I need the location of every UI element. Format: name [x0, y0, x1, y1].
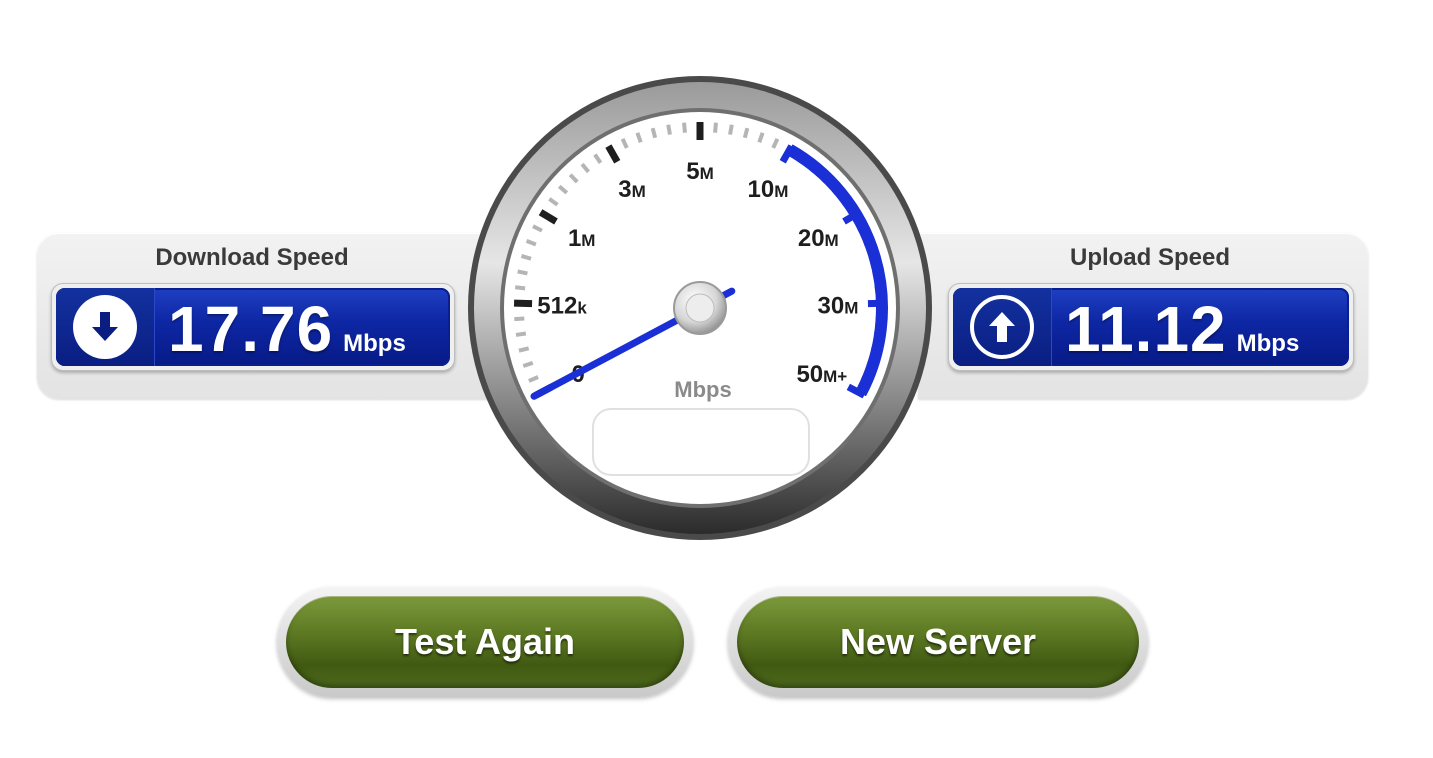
gauge-minor-tick	[520, 254, 532, 261]
test-again-label: Test Again	[394, 621, 576, 662]
test-again-button[interactable]: Test Again	[277, 587, 693, 697]
new-server-button[interactable]: New Server	[728, 587, 1148, 697]
gauge-minor-tick	[682, 122, 687, 133]
gauge-minor-tick	[713, 122, 718, 133]
gauge-minor-tick	[728, 124, 734, 135]
download-speed-value: 17.76	[168, 293, 334, 365]
download-panel: Download Speed 17.76 Mbps	[37, 233, 517, 399]
gauge-minor-tick	[742, 127, 750, 139]
upload-readout: 11.12 Mbps	[948, 283, 1354, 371]
gauge-unit-label: Mbps	[674, 377, 731, 402]
speedometer-gauge: 0512k1M3M5M10M20M30M50M+ Mbps	[468, 76, 932, 540]
upload-speed-title: Upload Speed	[1069, 244, 1231, 271]
gauge-minor-tick	[650, 127, 658, 139]
upload-panel: Upload Speed 11.12 Mbps	[918, 233, 1368, 399]
gauge-minor-tick	[514, 316, 525, 322]
gauge-minor-tick	[517, 269, 528, 276]
new-server-label: New Server	[839, 621, 1037, 662]
download-speed-title: Download Speed	[155, 244, 349, 271]
gauge-minor-tick	[518, 346, 530, 353]
gauge-minor-tick	[666, 124, 672, 135]
upload-arrow-icon	[970, 295, 1034, 359]
gauge-minor-tick	[515, 331, 527, 337]
gauge-display-box	[592, 408, 810, 476]
download-arrow-icon	[73, 295, 137, 359]
upload-speed-value: 11.12	[1065, 293, 1227, 365]
download-readout: 17.76 Mbps	[51, 283, 455, 371]
gauge-minor-tick	[514, 285, 526, 291]
download-speed-unit: Mbps	[343, 330, 406, 357]
upload-speed-unit: Mbps	[1236, 330, 1300, 357]
